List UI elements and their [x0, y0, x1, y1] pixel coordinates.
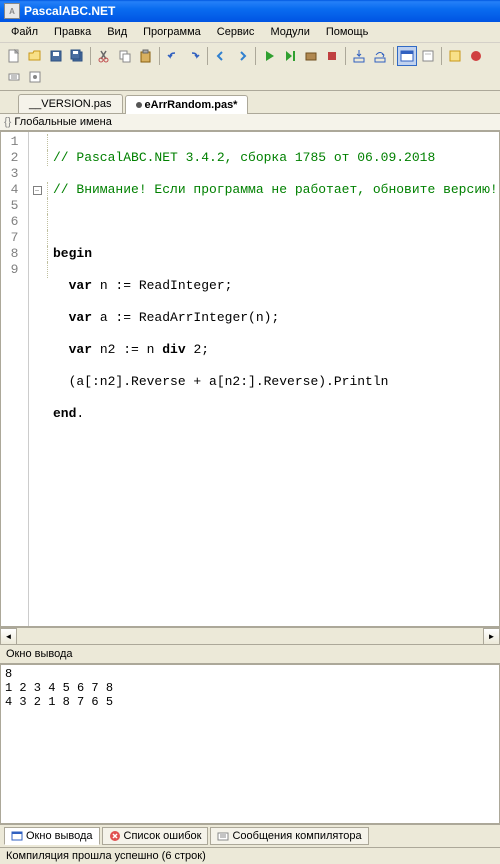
- form-designer-icon[interactable]: [418, 46, 438, 66]
- menu-program[interactable]: Программа: [136, 24, 208, 40]
- messages-icon: [217, 830, 229, 842]
- undo-icon[interactable]: [163, 46, 183, 66]
- window-title: PascalABC.NET: [24, 4, 115, 18]
- stop-icon[interactable]: [322, 46, 342, 66]
- btab-errors[interactable]: Список ошибок: [102, 827, 209, 845]
- new-file-icon[interactable]: [4, 46, 24, 66]
- nav-back-icon[interactable]: [211, 46, 231, 66]
- output-icon: [11, 830, 23, 842]
- horizontal-scrollbar[interactable]: ◄ ►: [0, 627, 500, 644]
- namespace-icon: {}: [4, 116, 11, 128]
- menu-edit[interactable]: Правка: [47, 24, 98, 40]
- menu-file[interactable]: Файл: [4, 24, 45, 40]
- intellisense-icon[interactable]: [445, 46, 465, 66]
- breadcrumb-text: Глобальные имена: [14, 116, 112, 128]
- errors-icon: [109, 830, 121, 842]
- step-into-icon[interactable]: [349, 46, 369, 66]
- toolbar-separator: [345, 47, 346, 65]
- editor-tabs: __VERSION.pas eArrRandom.pas*: [0, 91, 500, 114]
- run-no-debug-icon[interactable]: [280, 46, 300, 66]
- run-icon[interactable]: [259, 46, 279, 66]
- title-bar: A PascalABC.NET: [0, 0, 500, 22]
- toolbar-separator: [255, 47, 256, 65]
- menu-service[interactable]: Сервис: [210, 24, 262, 40]
- toolbar-separator: [90, 47, 91, 65]
- app-icon: A: [4, 3, 20, 19]
- toolbar-separator: [207, 47, 208, 65]
- output-panel-title: Окно вывода: [0, 644, 500, 664]
- menu-bar: Файл Правка Вид Программа Сервис Модули …: [0, 22, 500, 43]
- tab-earrrandom[interactable]: eArrRandom.pas*: [125, 95, 249, 114]
- tab-version[interactable]: __VERSION.pas: [18, 94, 123, 113]
- breadcrumb[interactable]: {} Глобальные имена: [0, 114, 500, 131]
- nav-forward-icon[interactable]: [232, 46, 252, 66]
- code-area[interactable]: // PascalABC.NET 3.4.2, сборка 1785 от 0…: [53, 132, 499, 626]
- paste-icon[interactable]: [136, 46, 156, 66]
- bottom-tabs: Окно вывода Список ошибок Сообщения комп…: [0, 824, 500, 847]
- toolbar-separator: [441, 47, 442, 65]
- open-file-icon[interactable]: [25, 46, 45, 66]
- scroll-left-icon[interactable]: ◄: [0, 628, 17, 645]
- redo-icon[interactable]: [184, 46, 204, 66]
- save-all-icon[interactable]: [67, 46, 87, 66]
- btab-output[interactable]: Окно вывода: [4, 827, 100, 845]
- cut-icon[interactable]: [94, 46, 114, 66]
- line-numbers: 1 2 3 4 5 6 7 8 9: [1, 132, 29, 626]
- menu-help[interactable]: Помощь: [319, 24, 376, 40]
- compile-icon[interactable]: [301, 46, 321, 66]
- fold-column: −: [29, 132, 45, 626]
- menu-modules[interactable]: Модули: [263, 24, 316, 40]
- fold-toggle-icon[interactable]: −: [33, 186, 42, 195]
- breakpoint-icon[interactable]: [466, 46, 486, 66]
- code-editor[interactable]: 1 2 3 4 5 6 7 8 9 − // PascalABC.NET 3.4…: [0, 131, 500, 627]
- step-over-icon[interactable]: [370, 46, 390, 66]
- indent-guides: [45, 132, 53, 626]
- copy-icon[interactable]: [115, 46, 135, 66]
- watch-icon[interactable]: [4, 67, 24, 87]
- output-window-icon[interactable]: [397, 46, 417, 66]
- toolbar-separator: [393, 47, 394, 65]
- toolbar: [0, 43, 500, 91]
- save-icon[interactable]: [46, 46, 66, 66]
- btab-messages[interactable]: Сообщения компилятора: [210, 827, 368, 845]
- options-icon[interactable]: [25, 67, 45, 87]
- menu-view[interactable]: Вид: [100, 24, 134, 40]
- toolbar-separator: [159, 47, 160, 65]
- scroll-right-icon[interactable]: ►: [483, 628, 500, 645]
- output-panel[interactable]: 8 1 2 3 4 5 6 7 8 4 3 2 1 8 7 6 5: [0, 664, 500, 824]
- status-bar: Компиляция прошла успешно (6 строк): [0, 847, 500, 864]
